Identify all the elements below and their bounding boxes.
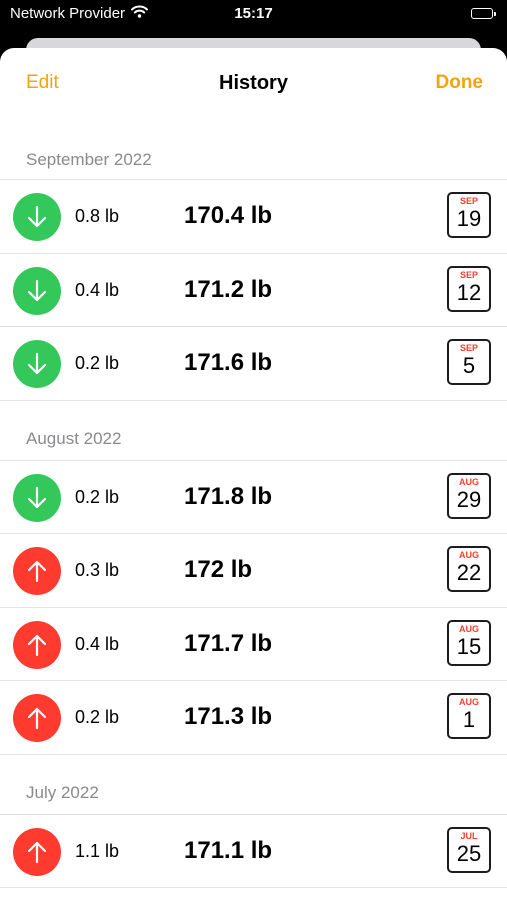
calendar-icon: SEP 5 — [447, 339, 491, 385]
weight-change: 0.4 lb — [75, 633, 120, 654]
calendar-day: 5 — [462, 353, 476, 378]
calendar-icon: SEP 12 — [447, 265, 491, 312]
calendar-icon: AUG 1 — [447, 693, 491, 739]
status-bar: Network Provider 15:17 — [0, 0, 507, 30]
arrow-up-icon — [13, 827, 61, 876]
calendar-icon: AUG 22 — [447, 546, 491, 592]
history-row[interactable]: 0.4 lb 171.7 lb AUG 15 — [0, 608, 507, 681]
weight-value: 171.3 lb — [184, 703, 273, 730]
history-row[interactable]: 0.2 lb 171.3 lb AUG 1 — [0, 681, 507, 755]
section-header: September 2022 — [0, 120, 507, 180]
calendar-month: AUG — [459, 623, 479, 634]
weight-change: 1.1 lb — [75, 840, 120, 861]
calendar-day: 19 — [456, 206, 482, 231]
done-button[interactable]: Done — [436, 72, 484, 94]
navigation-bar: Edit History Done — [0, 48, 507, 120]
calendar-month: JUL — [460, 830, 478, 841]
weight-change: 0.4 lb — [75, 279, 120, 300]
status-time: 15:17 — [234, 5, 273, 22]
calendar-month: AUG — [459, 697, 479, 707]
calendar-icon: SEP 19 — [447, 192, 491, 238]
calendar-month: SEP — [459, 196, 478, 206]
calendar-month: SEP — [459, 269, 478, 280]
page-title: History — [219, 72, 288, 94]
arrow-down-icon — [13, 473, 61, 522]
arrow-down-icon — [13, 193, 61, 241]
history-row[interactable]: 0.3 lb 172 lb AUG 22 — [0, 534, 507, 608]
battery-icon — [471, 8, 496, 19]
weight-change: 0.2 lb — [75, 707, 120, 727]
history-row[interactable]: 0.2 lb 171.8 lb AUG 29 — [0, 461, 507, 534]
history-row[interactable]: 0.4 lb 171.2 lb SEP 12 — [0, 254, 507, 327]
weight-value: 170.4 lb — [184, 202, 273, 229]
arrow-down-icon — [13, 266, 61, 315]
history-row[interactable]: 0.8 lb 170.4 lb SEP 19 — [0, 180, 507, 254]
history-sheet: Edit History Done September 2022 0.8 lb 17… — [0, 48, 507, 900]
weight-change: 0.3 lb — [75, 560, 120, 580]
calendar-icon: AUG 15 — [447, 619, 491, 666]
calendar-day: 1 — [462, 707, 476, 732]
calendar-day: 15 — [456, 633, 482, 659]
weight-value: 171.7 lb — [184, 629, 273, 657]
calendar-icon: JUL 25 — [447, 826, 491, 873]
section-header: July 2022 — [0, 755, 507, 815]
section-header: August 2022 — [0, 401, 507, 461]
weight-value: 171.6 lb — [184, 349, 273, 376]
weight-value: 171.2 lb — [184, 275, 273, 303]
arrow-up-icon — [13, 547, 61, 595]
weight-value: 171.1 lb — [184, 836, 273, 864]
history-row[interactable]: 0.2 lb 171.6 lb SEP 5 — [0, 327, 507, 401]
weight-value: 171.8 lb — [184, 482, 273, 510]
calendar-day: 22 — [456, 560, 482, 585]
arrow-down-icon — [13, 340, 61, 388]
calendar-day: 29 — [456, 486, 482, 512]
calendar-month: SEP — [459, 343, 478, 353]
weight-change: 0.2 lb — [75, 486, 120, 507]
weight-change: 0.2 lb — [75, 353, 120, 373]
history-row[interactable]: 1.1 lb 171.1 lb JUL 25 — [0, 815, 507, 888]
calendar-day: 12 — [456, 279, 482, 305]
calendar-month: AUG — [459, 550, 479, 560]
history-list: September 2022 0.8 lb 170.4 lb SEP 19 0.4 lb 1… — [0, 120, 507, 888]
calendar-month: AUG — [459, 476, 479, 487]
calendar-day: 25 — [456, 840, 482, 866]
edit-button[interactable]: Edit — [26, 72, 59, 94]
weight-change: 0.8 lb — [75, 206, 120, 226]
calendar-icon: AUG 29 — [447, 472, 491, 519]
arrow-up-icon — [13, 620, 61, 669]
weight-value: 172 lb — [184, 556, 253, 583]
arrow-up-icon — [13, 694, 61, 742]
